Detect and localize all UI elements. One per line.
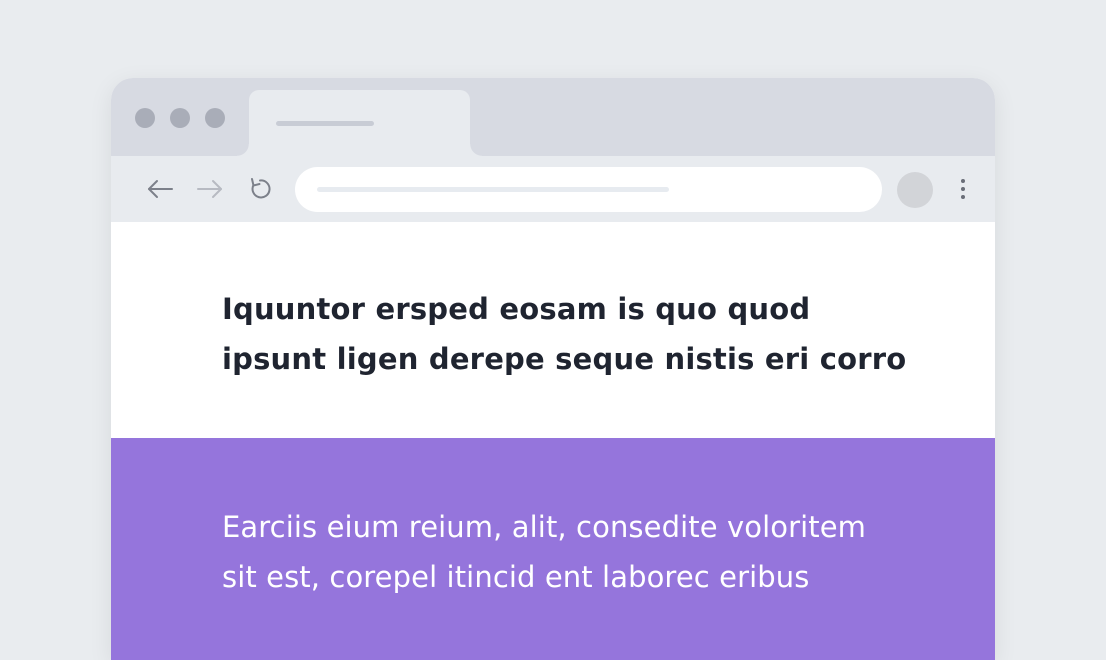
window-maximize-dot[interactable]	[205, 108, 225, 128]
hero-section: Iquuntor ersped eosam is quo quod ipsunt…	[111, 222, 995, 438]
profile-avatar[interactable]	[897, 172, 933, 208]
tab-bar	[111, 78, 995, 156]
back-button[interactable]	[144, 173, 176, 205]
body-paragraph: Earciis eium reium, alit, consedite volo…	[222, 502, 922, 602]
forward-button[interactable]	[194, 173, 226, 205]
reload-icon	[251, 178, 271, 199]
headline-line-2: ipsunt ligen derepe seque nistis eri cor…	[222, 342, 907, 376]
address-bar[interactable]	[295, 167, 882, 212]
url-placeholder	[317, 187, 669, 192]
tab-title-placeholder	[276, 121, 374, 126]
arrow-left-icon	[148, 180, 173, 198]
reload-button[interactable]	[244, 173, 276, 205]
window-minimize-dot[interactable]	[170, 108, 190, 128]
window-close-dot[interactable]	[135, 108, 155, 128]
page-headline: Iquuntor ersped eosam is quo quod ipsunt…	[222, 284, 907, 384]
browser-toolbar	[111, 156, 995, 222]
browser-tab-active[interactable]	[237, 90, 482, 156]
body-line-1: Earciis eium reium, alit, consedite volo…	[222, 510, 867, 544]
body-line-2: sit est, corepel itincid ent laborec eri…	[222, 560, 810, 594]
headline-line-1: Iquuntor ersped eosam is quo quod	[222, 292, 811, 326]
more-vertical-icon	[961, 179, 965, 183]
arrow-right-icon	[197, 180, 222, 198]
more-menu-button[interactable]	[953, 176, 973, 202]
browser-window: Iquuntor ersped eosam is quo quod ipsunt…	[111, 78, 995, 660]
accent-section: Earciis eium reium, alit, consedite volo…	[111, 438, 995, 660]
